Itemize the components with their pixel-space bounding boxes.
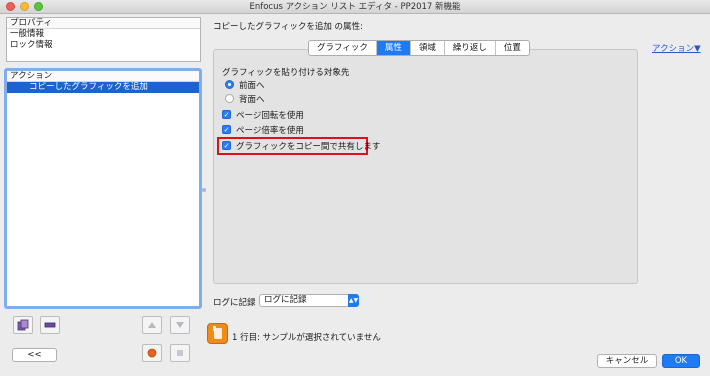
move-down-button[interactable] xyxy=(170,316,190,334)
actions-panel: アクション コピーしたグラフィックを追加 xyxy=(4,68,202,309)
window-titlebar: Enfocus アクション リスト エディタ - PP2017 新機能 xyxy=(0,0,710,14)
properties-item-general[interactable]: 一般情報 xyxy=(7,29,200,40)
record-button[interactable] xyxy=(142,344,162,362)
ok-button[interactable]: OK xyxy=(662,354,700,368)
record-icon xyxy=(147,348,157,358)
splitter-handle[interactable] xyxy=(202,188,206,192)
radio-front-label: 前面へ xyxy=(239,81,265,91)
warning-icon xyxy=(207,323,228,344)
tab-attributes[interactable]: 属性 xyxy=(376,41,411,55)
log-select-value: ログに記録 xyxy=(264,295,307,305)
use-page-rotation-label: ページ回転を使用 xyxy=(236,111,304,121)
tab-position[interactable]: 位置 xyxy=(496,41,529,55)
stop-button[interactable] xyxy=(170,344,190,362)
add-action-button[interactable] xyxy=(13,316,33,334)
window-title: Enfocus アクション リスト エディタ - PP2017 新機能 xyxy=(249,2,461,12)
section-title: コピーしたグラフィックを追加 の属性: xyxy=(213,22,363,32)
minimize-window-button[interactable] xyxy=(20,2,29,11)
attributes-box xyxy=(213,49,638,284)
remove-action-icon xyxy=(44,322,56,328)
log-label: ログに記録 xyxy=(213,298,256,308)
use-page-scale-checkbox[interactable]: ✓ xyxy=(222,125,231,134)
remove-action-button[interactable] xyxy=(40,316,60,334)
stop-icon xyxy=(177,350,183,356)
collapse-panel-button[interactable]: << xyxy=(12,348,57,362)
use-page-rotation-checkbox[interactable]: ✓ xyxy=(222,110,231,119)
add-action-icon xyxy=(17,319,29,331)
close-window-button[interactable] xyxy=(6,2,15,11)
radio-front[interactable] xyxy=(225,80,234,89)
action-menu-link[interactable]: アクション▼ xyxy=(652,42,701,54)
radio-back-label: 背面へ xyxy=(239,95,265,105)
cancel-button[interactable]: キャンセル xyxy=(597,354,657,368)
chevron-updown-icon: ▲▼ xyxy=(348,294,359,307)
tab-repeat[interactable]: 繰り返し xyxy=(445,41,496,55)
status-message: 1 行目: サンプルが選択されていません xyxy=(232,333,381,343)
paste-target-label: グラフィックを貼り付ける対象先 xyxy=(222,68,350,78)
move-down-icon xyxy=(176,322,184,328)
share-graphic-checkbox[interactable]: ✓ xyxy=(222,141,231,150)
zoom-window-button[interactable] xyxy=(34,2,43,11)
properties-header: プロパティ xyxy=(7,18,200,29)
properties-panel: プロパティ 一般情報 ロック情報 xyxy=(6,17,201,62)
tab-graphic[interactable]: グラフィック xyxy=(309,41,377,55)
actions-header: アクション xyxy=(7,71,199,82)
move-up-icon xyxy=(148,322,156,328)
tab-bar: グラフィック 属性 領域 繰り返し 位置 xyxy=(308,40,530,56)
tab-area[interactable]: 領域 xyxy=(411,41,445,55)
radio-back[interactable] xyxy=(225,94,234,103)
move-up-button[interactable] xyxy=(142,316,162,334)
properties-item-lock[interactable]: ロック情報 xyxy=(7,40,200,51)
log-select[interactable]: ログに記録 ▲▼ xyxy=(259,294,359,307)
share-graphic-label: グラフィックをコピー間で共有します xyxy=(236,142,381,152)
action-list-item-selected[interactable]: コピーしたグラフィックを追加 xyxy=(7,82,199,93)
use-page-scale-label: ページ倍率を使用 xyxy=(236,126,304,136)
